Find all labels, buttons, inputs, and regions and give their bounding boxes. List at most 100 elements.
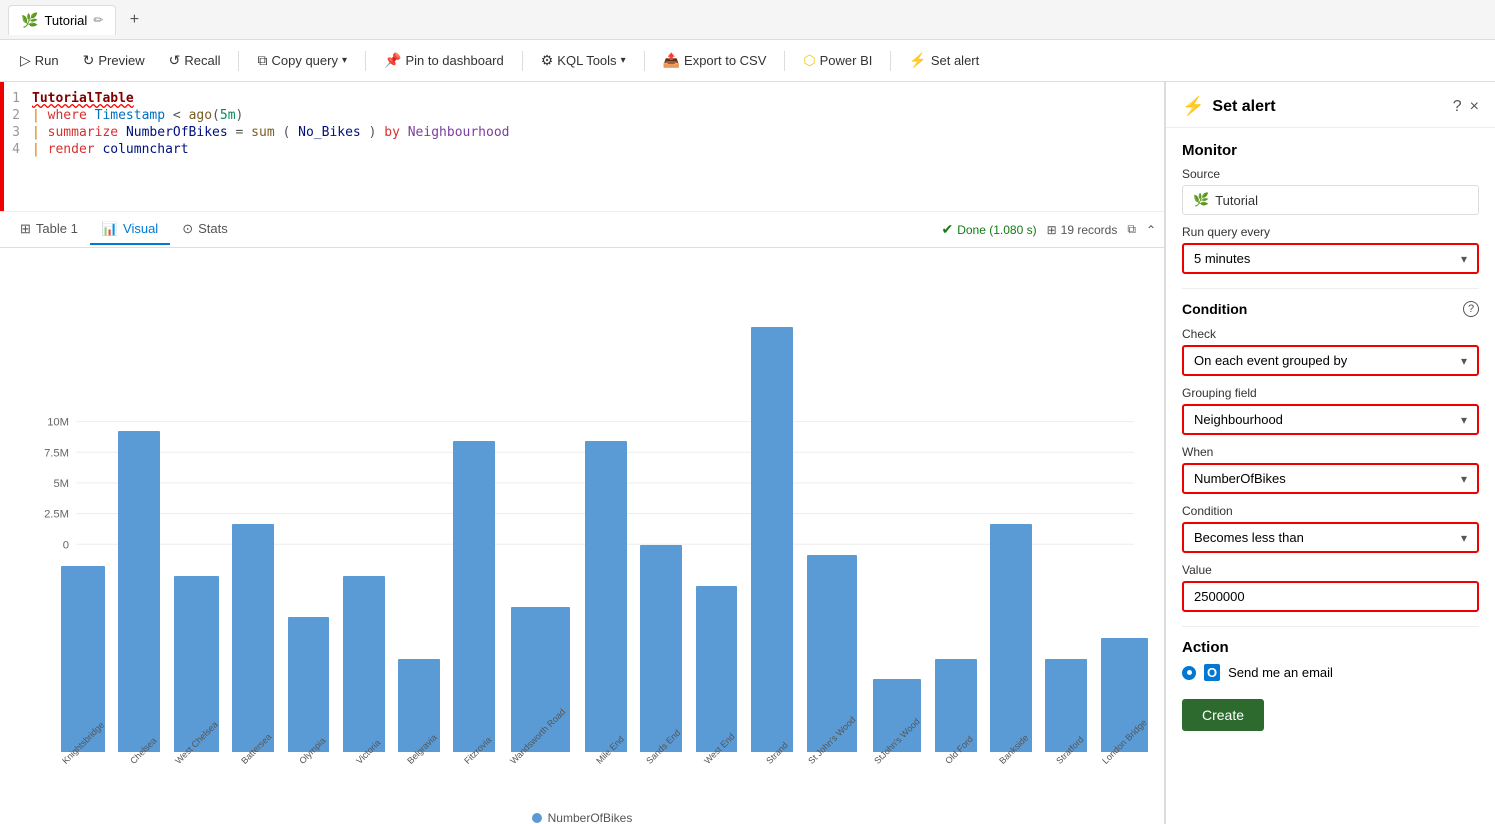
grouping-value: Neighbourhood xyxy=(1194,412,1283,427)
add-tab-button[interactable]: + xyxy=(120,6,148,34)
legend-label: NumberOfBikes xyxy=(548,811,633,824)
sep3 xyxy=(522,51,523,71)
value-field: Value xyxy=(1182,563,1479,612)
run-query-value: 5 minutes xyxy=(1194,251,1250,266)
editor-pane: 1 TutorialTable 2 | where Timestamp < ag… xyxy=(0,82,1165,824)
grouping-select[interactable]: Neighbourhood ▾ xyxy=(1182,404,1479,435)
set-alert-panel: ⚡ Set alert ? × Monitor Source 🌿 Tutoria… xyxy=(1165,82,1495,824)
kql-tools-button[interactable]: ⚙ KQL Tools ▾ xyxy=(531,47,636,74)
bar-item: Strand xyxy=(746,266,798,784)
when-arrow-icon: ▾ xyxy=(1461,472,1467,486)
bar-item: West End xyxy=(690,266,742,784)
sep5 xyxy=(784,51,785,71)
bars-container: KnightsbridgeChelseaWest ChelseaBatterse… xyxy=(55,266,1154,784)
recall-icon: ↺ xyxy=(169,52,181,69)
panel-help-button[interactable]: ? xyxy=(1453,98,1462,116)
copy-query-arrow-icon: ▾ xyxy=(342,55,347,66)
set-alert-toolbar-button[interactable]: ⚡ Set alert xyxy=(899,47,989,74)
cond-arrow-icon: ▾ xyxy=(1461,531,1467,545)
condition-section: Condition ? Check On each event grouped … xyxy=(1182,288,1479,612)
cond-select[interactable]: Becomes less than ▾ xyxy=(1182,522,1479,553)
sep1 xyxy=(238,51,239,71)
result-status: ✔ Done (1.080 s) ⊞ 19 records ⧉ ⌃ xyxy=(941,221,1156,238)
run-button[interactable]: ▷ Run xyxy=(10,47,69,74)
when-label: When xyxy=(1182,445,1479,459)
bar xyxy=(343,576,385,752)
create-button[interactable]: Create xyxy=(1182,699,1264,731)
source-value-display: 🌿 Tutorial xyxy=(1182,185,1479,215)
code-line-3: 3 | summarize NumberOfBikes = sum ( No_B… xyxy=(0,124,1164,141)
collapse-icon[interactable]: ⌃ xyxy=(1146,223,1156,237)
copy-icon: ⧉ xyxy=(257,52,267,69)
when-value: NumberOfBikes xyxy=(1194,471,1286,486)
check-arrow-icon: ▾ xyxy=(1461,354,1467,368)
chart-area: 10M 7.5M 5M 2.5M 0 KnightsbridgeChelseaW… xyxy=(0,248,1164,824)
sep4 xyxy=(644,51,645,71)
bar-item: Victoria xyxy=(338,266,390,784)
source-icon: 🌿 xyxy=(1193,192,1209,208)
cond-value: Becomes less than xyxy=(1194,530,1304,545)
bar xyxy=(990,524,1032,752)
condition-info-icon[interactable]: ? xyxy=(1463,301,1479,317)
check-select[interactable]: On each event grouped by ▾ xyxy=(1182,345,1479,376)
bar-item: Mile End xyxy=(580,266,632,784)
sep6 xyxy=(890,51,891,71)
alert-icon: ⚡ xyxy=(909,52,926,69)
panel-body: Monitor Source 🌿 Tutorial Run query ever… xyxy=(1166,128,1495,745)
tab-label: Tutorial xyxy=(44,13,87,28)
run-icon: ▷ xyxy=(20,52,31,69)
email-radio[interactable] xyxy=(1182,666,1196,680)
grouping-arrow-icon: ▾ xyxy=(1461,413,1467,427)
tutorial-tab[interactable]: 🌿 Tutorial ✏ xyxy=(8,5,116,35)
alert-panel-icon: ⚡ xyxy=(1182,96,1204,117)
bar-item: Olympia xyxy=(282,266,334,784)
check-value: On each event grouped by xyxy=(1194,353,1347,368)
panel-close-button[interactable]: × xyxy=(1470,98,1479,116)
tab-visual[interactable]: 📊 Visual xyxy=(90,215,170,245)
done-icon: ✔ xyxy=(941,221,953,238)
when-select[interactable]: NumberOfBikes ▾ xyxy=(1182,463,1479,494)
bar xyxy=(232,524,274,752)
code-editor[interactable]: 1 TutorialTable 2 | where Timestamp < ag… xyxy=(0,82,1164,212)
value-input[interactable] xyxy=(1182,581,1479,612)
powerbi-icon: ⬡ xyxy=(803,52,815,69)
bar-item: Chelsea xyxy=(113,266,165,784)
bar-item: Fitzrovia xyxy=(448,266,500,784)
bar-item: Wandsworth Road xyxy=(503,266,577,784)
tab-table1[interactable]: ⊞ Table 1 xyxy=(8,215,90,245)
bar-item: West Chelsea xyxy=(168,266,224,784)
bar-item: Sands End xyxy=(635,266,687,784)
bar xyxy=(696,586,738,752)
table-tab-icon: ⊞ xyxy=(20,221,31,237)
copy-query-button[interactable]: ⧉ Copy query ▾ xyxy=(247,47,357,74)
edit-icon[interactable]: ✏ xyxy=(93,13,103,27)
monitor-section: Monitor Source 🌿 Tutorial Run query ever… xyxy=(1182,142,1479,274)
recall-button[interactable]: ↺ Recall xyxy=(159,47,231,74)
bar xyxy=(453,441,495,752)
bar xyxy=(288,617,330,752)
code-line-4: 4 | render columnchart xyxy=(0,141,1164,158)
pin-dashboard-button[interactable]: 📌 Pin to dashboard xyxy=(374,47,514,74)
tab-stats[interactable]: ⊙ Stats xyxy=(170,215,240,245)
copy-results-icon[interactable]: ⧉ xyxy=(1127,222,1136,237)
preview-button[interactable]: ↻ Preview xyxy=(73,47,155,74)
bar-item: StJohn's Wood xyxy=(867,266,927,784)
result-tabs: ⊞ Table 1 📊 Visual ⊙ Stats ✔ Done (1.080… xyxy=(0,212,1164,248)
toolbar: ▷ Run ↻ Preview ↺ Recall ⧉ Copy query ▾ … xyxy=(0,40,1495,82)
run-query-arrow-icon: ▾ xyxy=(1461,252,1467,266)
power-bi-button[interactable]: ⬡ Power BI xyxy=(793,47,882,74)
value-label: Value xyxy=(1182,563,1479,577)
tab-bar: 🌿 Tutorial ✏ + xyxy=(0,0,1495,40)
bar-item: Knightsbridge xyxy=(55,266,110,784)
pin-icon: 📌 xyxy=(384,52,401,69)
panel-title: ⚡ Set alert xyxy=(1182,96,1276,117)
bar-item: Bankside xyxy=(985,266,1037,784)
run-query-select[interactable]: 5 minutes ▾ xyxy=(1182,243,1479,274)
bar xyxy=(585,441,627,752)
export-csv-button[interactable]: 📤 Export to CSV xyxy=(653,47,777,74)
export-icon: 📤 xyxy=(663,52,680,69)
legend-dot xyxy=(532,813,542,823)
email-radio-row: O Send me an email xyxy=(1182,664,1479,681)
preview-icon: ↻ xyxy=(83,52,95,69)
condition-section-title: Condition xyxy=(1182,301,1247,317)
